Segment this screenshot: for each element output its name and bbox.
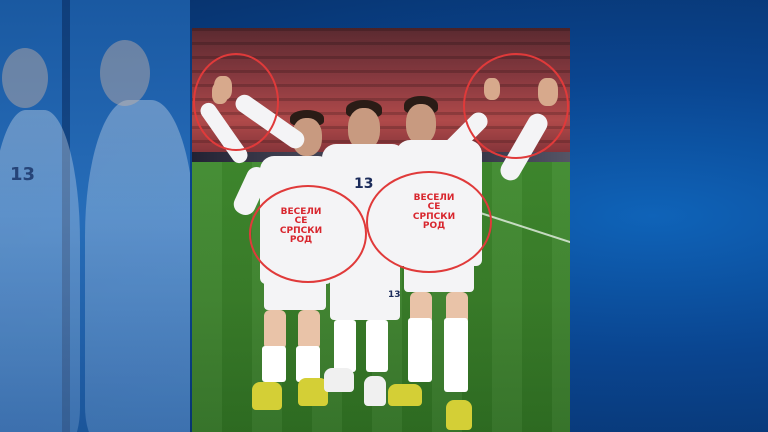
circle-left-shirt	[249, 185, 367, 283]
circle-right-shirt	[366, 171, 492, 273]
ghost-head-right	[100, 40, 150, 106]
ghost-player-right	[85, 100, 190, 432]
team-photo: ВЕСЕЛИ СЕ СРПСКИ РОД 13 13 ВЕСЕЛИ СЕ СРП…	[192, 28, 570, 432]
background-echo-image: 13	[0, 0, 190, 432]
circle-left-hand	[193, 53, 279, 151]
highlight-circles	[193, 53, 569, 283]
ghost-shirt-number: 13	[10, 164, 36, 185]
ghost-head-left	[2, 48, 48, 108]
ghost-player-left	[0, 110, 80, 432]
circle-right-hand	[463, 53, 569, 159]
